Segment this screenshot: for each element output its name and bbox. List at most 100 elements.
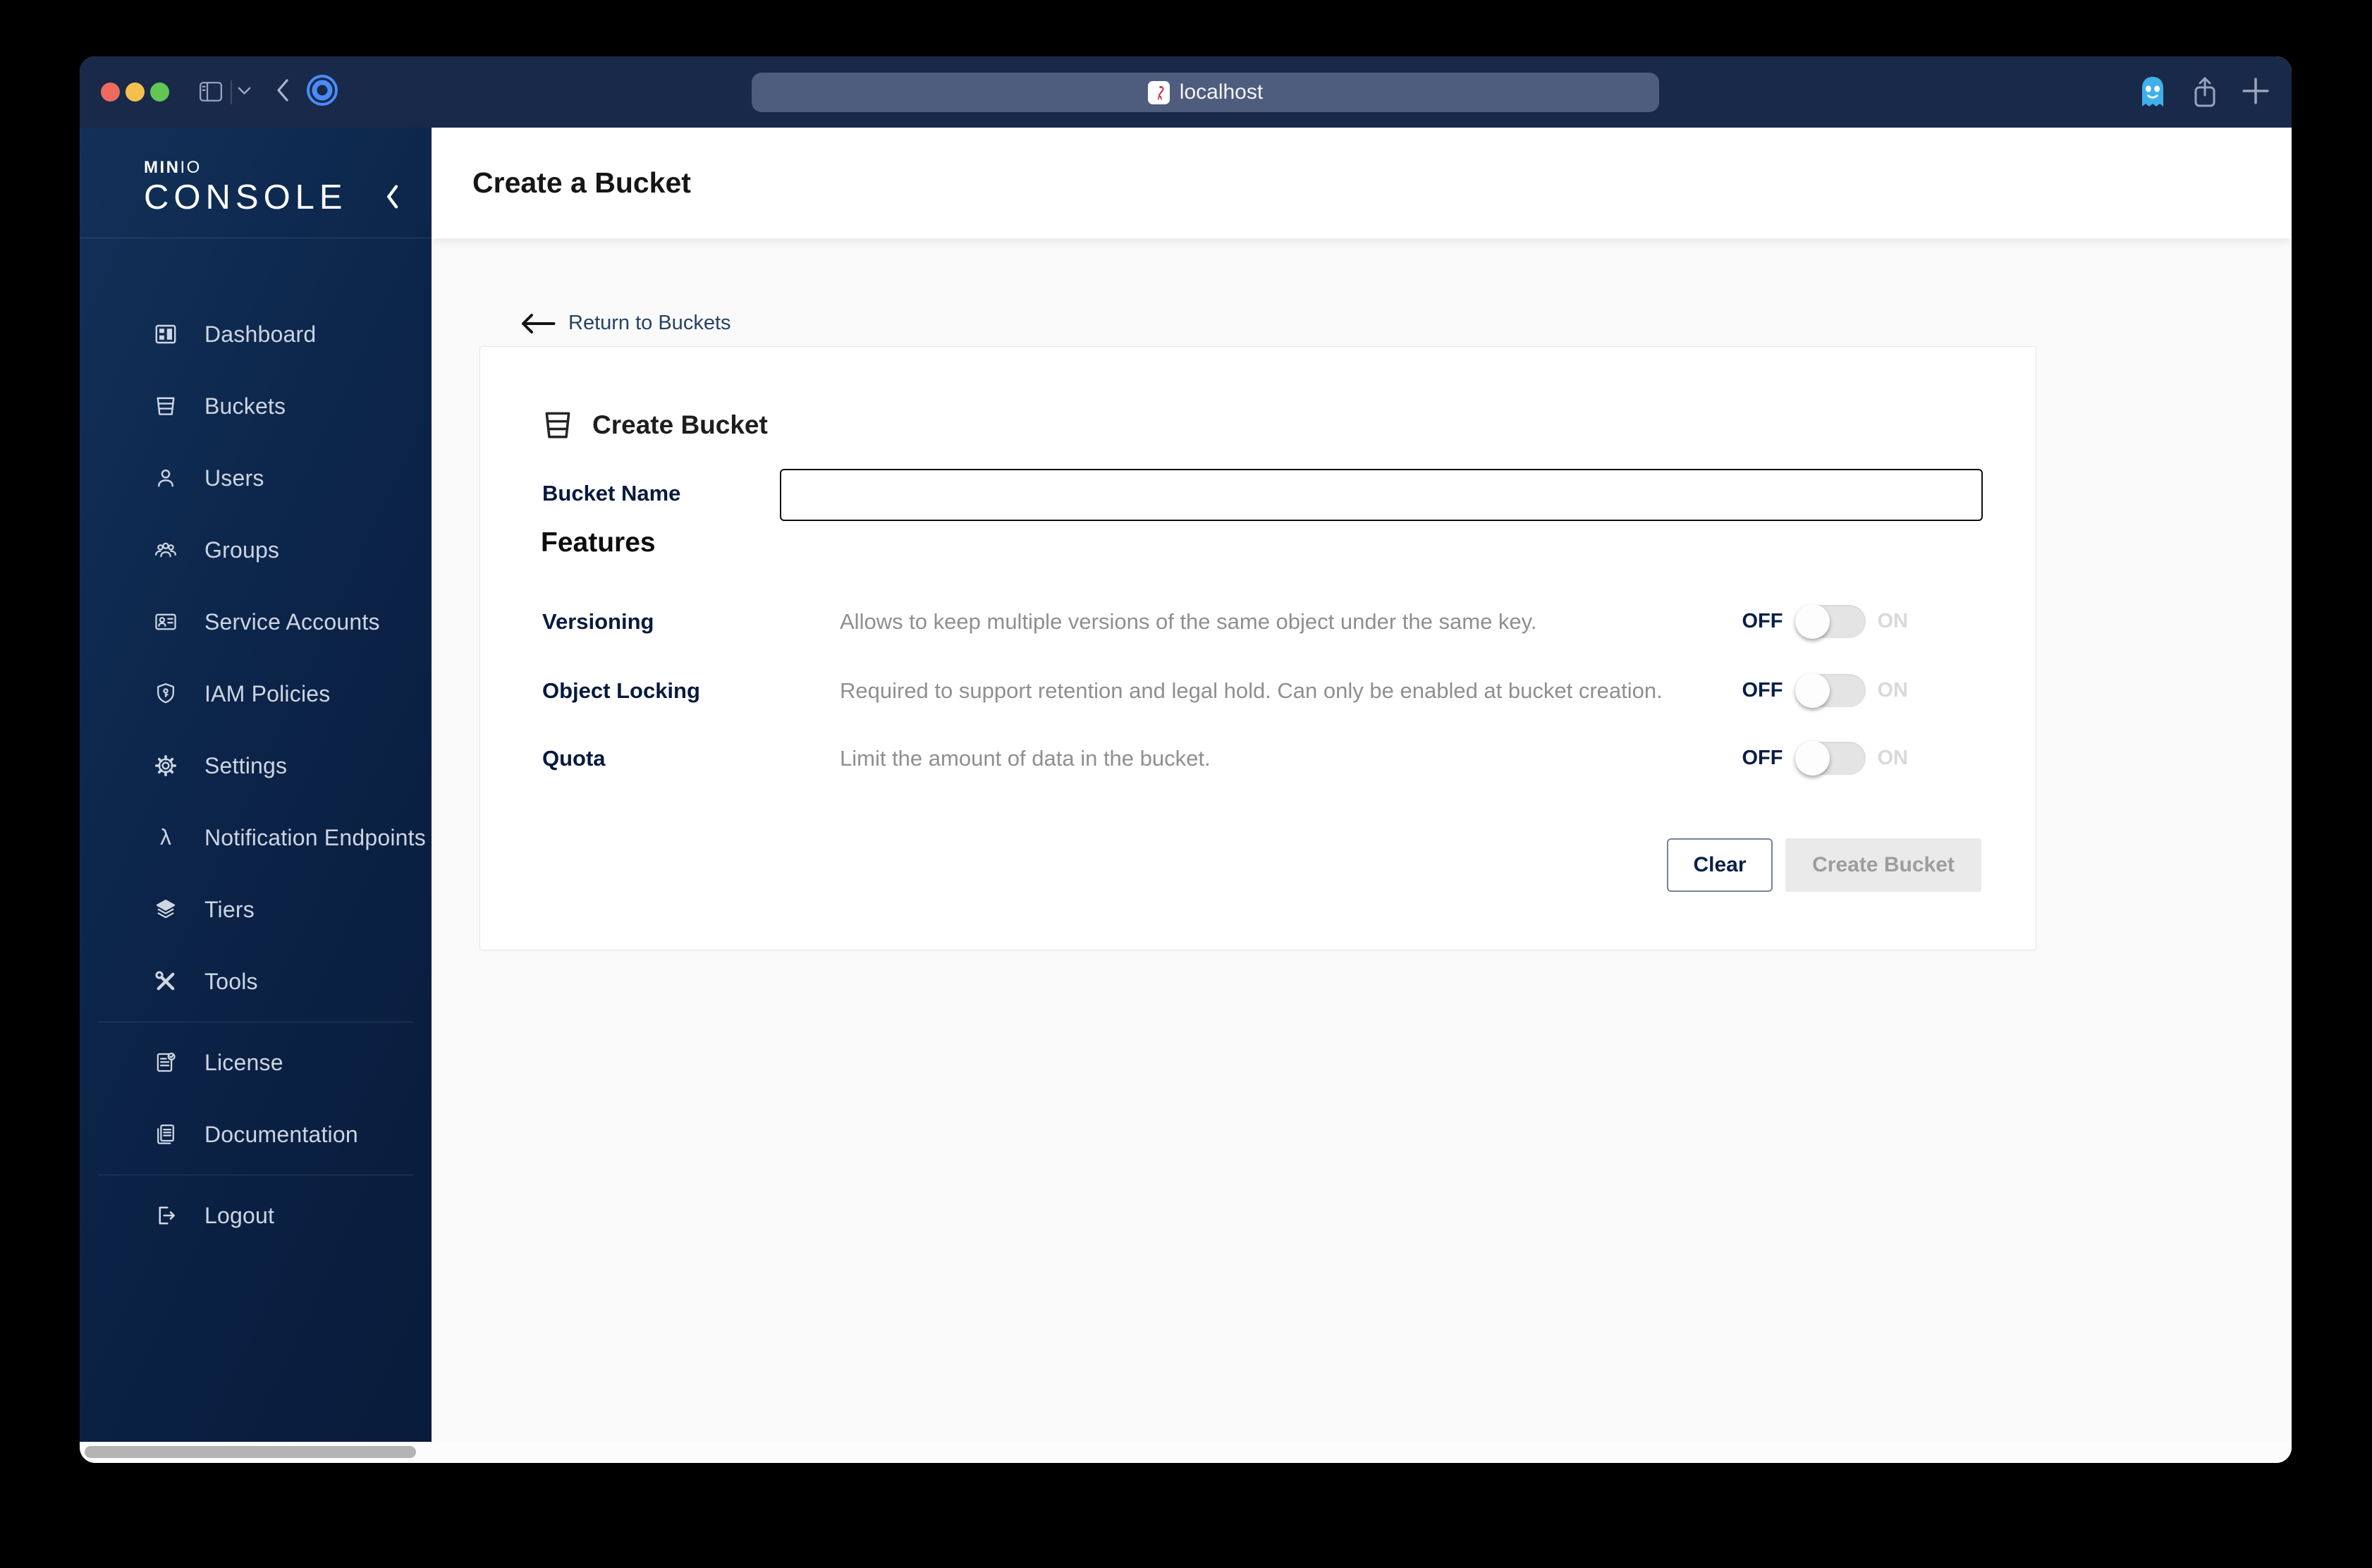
object-locking-toggle[interactable] bbox=[1795, 673, 1866, 708]
toggle-off-label: OFF bbox=[1742, 679, 1783, 702]
versioning-label: Versioning bbox=[542, 608, 654, 634]
logo-minio-bold: MIN bbox=[144, 158, 181, 177]
card-title: Create Bucket bbox=[592, 410, 768, 439]
sidebar-item-tiers[interactable]: Tiers bbox=[80, 874, 432, 945]
sidebar-item-logout[interactable]: Logout bbox=[80, 1180, 432, 1251]
tools-icon bbox=[153, 969, 178, 994]
sidebar-item-label: IAM Policies bbox=[204, 680, 331, 706]
bottom-scrollbar-strip bbox=[80, 1442, 2292, 1463]
browser-window: localhost MINIO CONSOLE Dashboard Bucket… bbox=[80, 56, 2292, 1463]
sidebar-nav: Dashboard Buckets Users Groups Service A… bbox=[80, 238, 432, 1251]
bucket-name-label: Bucket Name bbox=[542, 481, 681, 506]
toolbar-separator bbox=[231, 80, 232, 104]
page-header: Create a Bucket bbox=[432, 128, 2292, 238]
card-actions: Clear Create Bucket bbox=[1667, 838, 1981, 892]
versioning-toggle-cluster: OFF ON bbox=[1742, 604, 1909, 639]
sidebar-item-notification-endpoints[interactable]: λ Notification Endpoints bbox=[80, 802, 432, 874]
back-icon[interactable] bbox=[275, 78, 291, 103]
license-icon bbox=[153, 1050, 178, 1075]
svg-text:λ: λ bbox=[160, 825, 171, 850]
toggle-on-label: ON bbox=[1877, 610, 1909, 632]
feature-row-quota: Quota Limit the amount of data in the bu… bbox=[480, 724, 2036, 792]
sidebar-item-tools[interactable]: Tools bbox=[80, 945, 432, 1017]
card-header: Create Bucket bbox=[540, 405, 768, 446]
feature-row-versioning: Versioning Allows to keep multiple versi… bbox=[480, 587, 2036, 656]
toggle-knob bbox=[1795, 604, 1830, 639]
toggle-on-label: ON bbox=[1877, 747, 1909, 769]
sidebar-item-users[interactable]: Users bbox=[80, 442, 432, 514]
logout-icon bbox=[153, 1203, 178, 1228]
share-icon[interactable] bbox=[2191, 75, 2219, 110]
object-locking-label: Object Locking bbox=[542, 678, 700, 703]
traffic-lights bbox=[101, 56, 169, 128]
versioning-toggle[interactable] bbox=[1795, 604, 1866, 639]
buckets-icon bbox=[153, 393, 178, 419]
bucket-name-input[interactable] bbox=[780, 469, 1983, 521]
users-icon bbox=[153, 465, 178, 491]
toggle-off-label: OFF bbox=[1742, 747, 1783, 769]
url-text: localhost bbox=[1179, 80, 1264, 104]
toggle-knob bbox=[1795, 741, 1830, 776]
object-locking-toggle-cluster: OFF ON bbox=[1742, 673, 1909, 708]
toggle-off-label: OFF bbox=[1742, 610, 1783, 632]
clear-button[interactable]: Clear bbox=[1667, 838, 1773, 892]
return-link-label: Return to Buckets bbox=[568, 312, 731, 334]
dashboard-icon bbox=[153, 321, 178, 347]
return-to-buckets-link[interactable]: Return to Buckets bbox=[520, 312, 731, 335]
service-accounts-icon bbox=[153, 609, 178, 635]
create-bucket-card: Create Bucket Bucket Name Features Versi… bbox=[479, 346, 2036, 950]
feature-row-object-locking: Object Locking Required to support reten… bbox=[480, 656, 2036, 725]
sidebar-item-label: Notification Endpoints bbox=[204, 824, 426, 850]
sidebar-item-label: Tools bbox=[204, 968, 258, 994]
chevron-down-icon[interactable] bbox=[238, 87, 251, 95]
url-bar[interactable]: localhost bbox=[752, 73, 1659, 112]
minimize-button[interactable] bbox=[126, 82, 145, 102]
bucket-icon bbox=[545, 412, 570, 439]
sidebar-item-label: Users bbox=[204, 465, 264, 491]
zoom-button[interactable] bbox=[150, 82, 169, 102]
new-tab-icon[interactable] bbox=[2241, 76, 2270, 106]
sidebar-item-label: Buckets bbox=[204, 393, 286, 419]
sidebar-item-label: Documentation bbox=[204, 1121, 358, 1147]
sidebar-item-label: Service Accounts bbox=[204, 608, 380, 635]
sidebar-item-buckets[interactable]: Buckets bbox=[80, 370, 432, 442]
close-button[interactable] bbox=[101, 82, 120, 102]
toggle-on-label: ON bbox=[1877, 679, 1909, 702]
ghostery-extension-icon[interactable] bbox=[2136, 74, 2169, 109]
sidebar-item-license[interactable]: License bbox=[80, 1027, 432, 1098]
iam-policies-icon bbox=[153, 681, 178, 706]
minio-favicon bbox=[1147, 80, 1170, 104]
create-bucket-button[interactable]: Create Bucket bbox=[1785, 838, 1981, 892]
quota-toggle-cluster: OFF ON bbox=[1742, 741, 1909, 776]
sidebar-item-groups[interactable]: Groups bbox=[80, 514, 432, 586]
page-content: Return to Buckets Create Bucket Bucket N… bbox=[432, 238, 2292, 1463]
sidebar-toggle-icon[interactable] bbox=[199, 81, 223, 102]
sidebar-item-iam-policies[interactable]: IAM Policies bbox=[80, 658, 432, 730]
sidebar-item-documentation[interactable]: Documentation bbox=[80, 1098, 432, 1170]
sidebar-item-label: Tiers bbox=[204, 896, 255, 922]
sidebar-item-label: Groups bbox=[204, 537, 280, 563]
logo-console: CONSOLE bbox=[144, 178, 348, 216]
sidebar-item-service-accounts[interactable]: Service Accounts bbox=[80, 586, 432, 658]
toggle-knob bbox=[1795, 673, 1830, 708]
sidebar: MINIO CONSOLE Dashboard Buckets Users Gr… bbox=[80, 128, 432, 1463]
features-heading: Features bbox=[541, 527, 656, 558]
sidebar-item-label: Logout bbox=[204, 1202, 275, 1228]
quota-label: Quota bbox=[542, 745, 606, 771]
groups-icon bbox=[153, 537, 178, 563]
browser-titlebar: localhost bbox=[80, 56, 2292, 128]
logo-minio-light: IO bbox=[180, 158, 202, 177]
back-arrow-icon bbox=[522, 313, 556, 333]
sidebar-item-label: Dashboard bbox=[204, 321, 317, 347]
sidebar-item-settings[interactable]: Settings bbox=[80, 730, 432, 802]
sidebar-item-label: License bbox=[204, 1049, 283, 1075]
settings-icon bbox=[153, 753, 178, 778]
sidebar-collapse-icon[interactable] bbox=[384, 184, 400, 209]
quota-toggle[interactable] bbox=[1795, 741, 1866, 776]
minio-console-logo: MINIO CONSOLE bbox=[144, 158, 348, 216]
page-title: Create a Bucket bbox=[472, 166, 691, 199]
horizontal-scrollbar-thumb[interactable] bbox=[85, 1446, 416, 1458]
sidebar-item-label: Settings bbox=[204, 752, 288, 778]
onepassword-extension-icon[interactable] bbox=[305, 73, 339, 107]
sidebar-item-dashboard[interactable]: Dashboard bbox=[80, 298, 432, 370]
